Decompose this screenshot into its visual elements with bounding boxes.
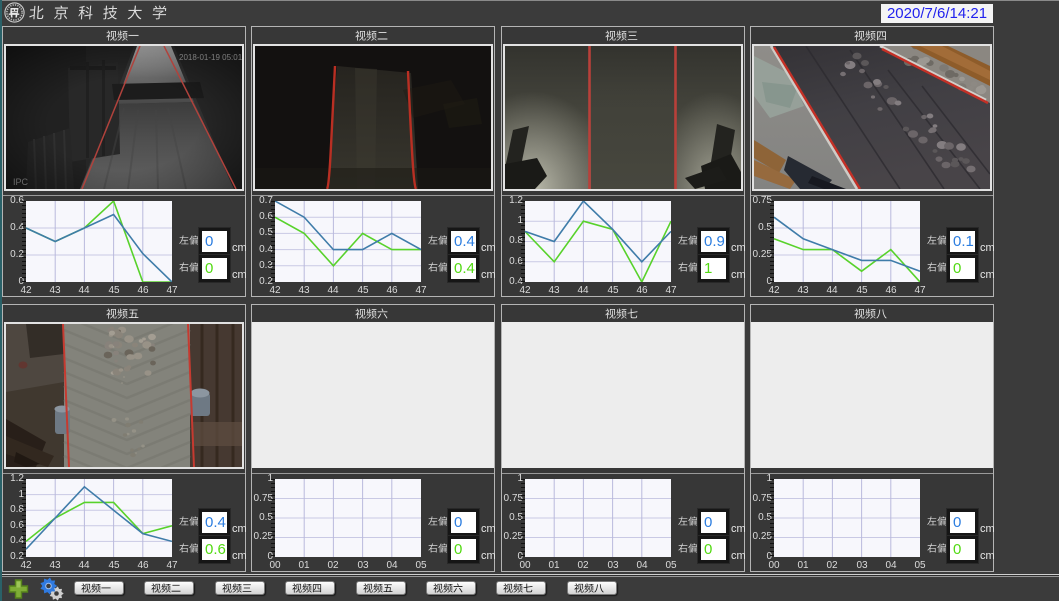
- svg-text:IPC: IPC: [13, 177, 29, 187]
- svg-text:2018-01-19 05:01:4: 2018-01-19 05:01:4: [179, 53, 242, 62]
